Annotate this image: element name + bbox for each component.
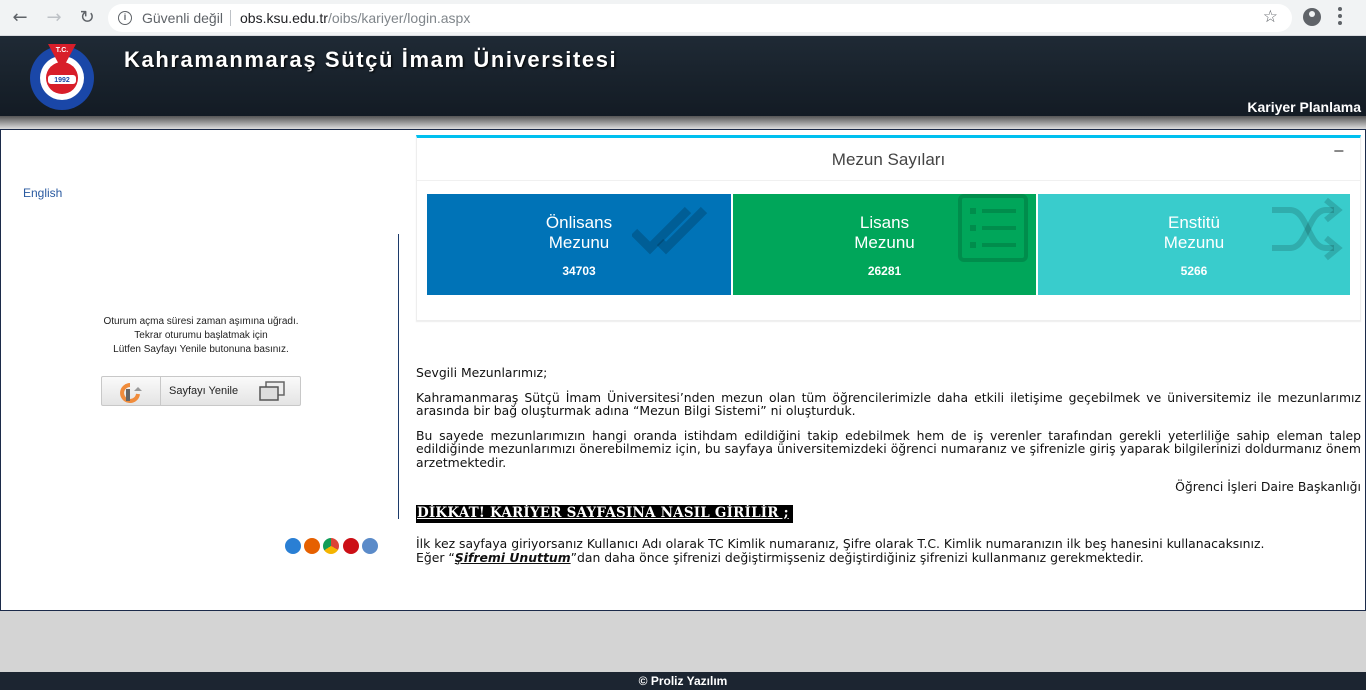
divider [417,180,1360,181]
forgot-password-link[interactable]: Şifremi Unuttum [455,550,571,565]
opera-browser-icon [343,538,359,554]
login-info: İlk kez sayfaya giriyorsanız Kullanıcı A… [416,537,1361,564]
ie-browser-icon [285,538,301,554]
collapse-button[interactable]: − [1333,141,1344,162]
stats-title: Mezun Sayıları [831,150,946,169]
tile-value: 34703 [562,264,596,278]
main-panel: English Oturum açma süresi zaman aşımına… [0,129,1366,611]
tile-value: 26281 [867,264,902,278]
tile-label: Önlisans Mezunu [545,213,613,252]
university-title: Kahramanmaraş Sütçü İmam Üniversitesi [124,47,618,72]
bachelor-graduates-tile: Lisans Mezunu 26281 [733,194,1036,295]
paragraph-intro: Kahramanmaraş Sütçü İmam Üniversitesi’nd… [416,389,1361,418]
refresh-button-label: Sayfayı Yenile [169,385,239,397]
address-bar[interactable]: i Güvenli değil obs.ksu.edu.tr/oibs/kari… [108,4,1292,32]
reload-button[interactable]: ↻ [75,6,99,30]
divider [230,10,231,26]
signature: Öğrenci İşleri Daire Başkanlığı [1175,479,1361,494]
greeting: Sevgili Mezunlarımız; [416,365,548,380]
vertical-divider [398,234,399,519]
paragraph-purpose: Bu sayede mezunlarımızın hangi oranda is… [416,427,1361,470]
login-info-line: İlk kez sayfaya giriyorsanız Kullanıcı A… [416,536,1265,551]
safari-browser-icon [362,538,378,554]
section-title: Kariyer Planlama [1247,99,1361,115]
refresh-page-button[interactable]: Sayfayı Yenile [101,376,301,406]
button-divider [160,377,161,405]
svg-text:T.C.: T.C. [56,47,69,54]
announcement-content: Sevgili Mezunlarımız; Kahramanmaraş Sütç… [416,366,1361,564]
associate-graduates-tile: Önlisans Mezunu 34703 [427,194,731,295]
warning-heading: DİKKAT! KARİYER SAYFASINA NASIL GİRİLİR … [416,504,793,523]
institute-graduates-tile: Enstitü Mezunu 5266 [1038,194,1350,295]
graduate-stats-box: Mezun Sayıları − Önlisans Mezunu 34703 Li… [416,135,1361,321]
chrome-browser-icon [323,538,339,554]
browser-toolbar: ← → ↻ i Güvenli değil obs.ksu.edu.tr/oib… [0,0,1366,36]
bookmark-star-icon[interactable]: ☆ [1263,7,1278,27]
firefox-browser-icon [304,538,320,554]
refresh-icon [120,383,142,403]
tile-label: Lisans Mezunu [854,213,915,252]
timeout-line: Lütfen Sayfayı Yenile butonuna basınız. [113,344,289,355]
footer: © Proliz Yazılım [0,672,1366,690]
timeout-line: Oturum açma süresi zaman aşımına uğradı. [103,316,299,327]
tile-value: 5266 [1180,264,1208,278]
timeout-line: Tekrar oturumu başlatmak için [134,330,268,341]
windows-icon [259,381,285,401]
university-logo: T.C. 1992 [30,44,94,110]
url-text[interactable]: obs.ksu.edu.tr/oibs/kariyer/login.aspx [240,10,470,26]
session-timeout-message: Oturum açma süresi zaman aşımına uğradı.… [71,315,331,357]
menu-icon[interactable] [1338,7,1342,28]
english-language-link[interactable]: English [23,186,62,200]
svg-text:1992: 1992 [54,77,70,84]
info-icon[interactable]: i [118,11,132,25]
profile-icon[interactable] [1303,8,1321,26]
security-label[interactable]: Güvenli değil [142,10,223,26]
back-button[interactable]: ← [8,6,32,30]
forward-button[interactable]: → [42,6,66,30]
login-info-line: Eğer “Şifremi Unuttum”dan daha önce şifr… [416,549,1144,565]
tile-label: Enstitü Mezunu [1163,213,1225,252]
header-shadow [0,116,1366,130]
